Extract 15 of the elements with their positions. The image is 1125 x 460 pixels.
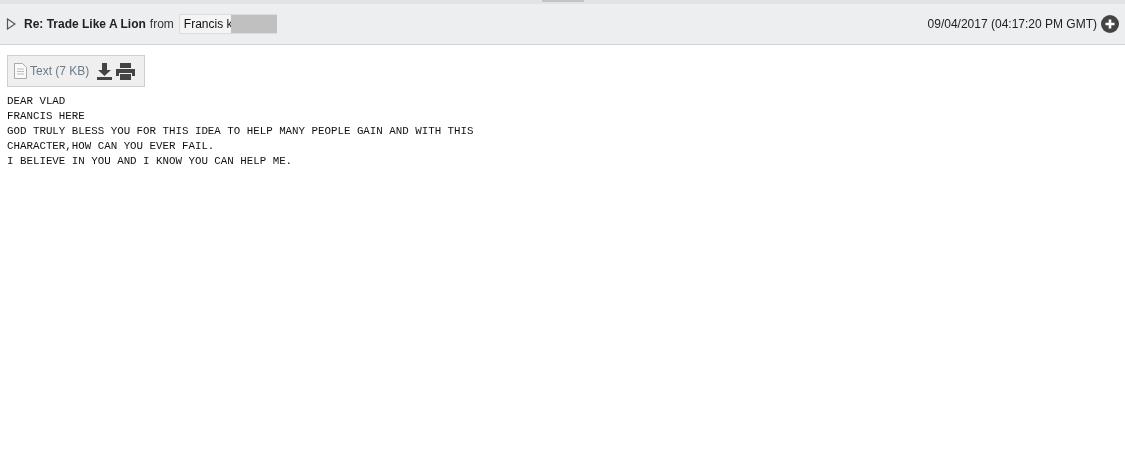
- message-date: 09/04/2017 (04:17:20 PM GMT): [927, 17, 1097, 31]
- message-line: CHARACTER,HOW CAN YOU EVER FAIL.: [7, 139, 216, 154]
- message-subject: Re: Trade Like A Lion: [24, 17, 146, 31]
- print-icon[interactable]: [116, 62, 136, 80]
- redaction-block: [230, 15, 277, 33]
- attachment-label[interactable]: Text (7 KB): [30, 64, 90, 78]
- from-label: from: [149, 17, 174, 31]
- expand-icon[interactable]: [6, 18, 16, 30]
- plus-icon[interactable]: [1101, 15, 1119, 33]
- message-line: I BELIEVE IN YOU AND I KNOW YOU CAN HELP ME.: [7, 154, 294, 169]
- message-line: GOD TRULY BLESS YOU FOR THIS IDEA TO HELP MANY PEOPLE GAIN AND WITH THIS: [7, 124, 475, 139]
- download-icon[interactable]: [96, 62, 114, 80]
- message-line: DEAR VLAD: [7, 94, 67, 109]
- document-icon: [14, 63, 27, 79]
- message-line: FRANCIS HERE: [7, 109, 86, 124]
